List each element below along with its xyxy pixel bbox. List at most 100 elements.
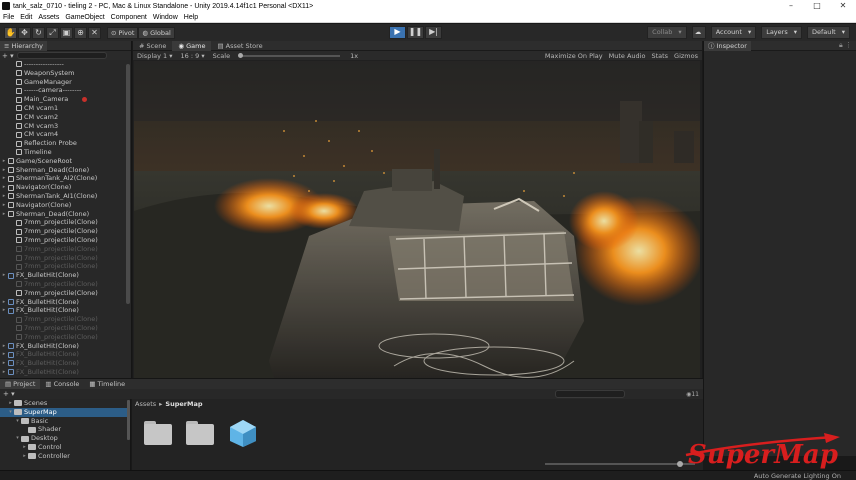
expand-arrow-icon[interactable]: ▸ bbox=[0, 368, 8, 377]
asset-folder-1[interactable] bbox=[144, 421, 172, 445]
expand-arrow-icon[interactable]: ▾ bbox=[14, 417, 21, 426]
expand-arrow-icon[interactable]: ▸ bbox=[0, 210, 8, 219]
hierarchy-item[interactable]: ▸ ShermanTank_AI2(Clone) bbox=[0, 174, 125, 183]
expand-arrow-icon[interactable]: ▸ bbox=[0, 342, 8, 351]
layout-dropdown[interactable]: Default ▾ bbox=[806, 26, 850, 39]
transform-tool-icon[interactable]: ⊕ bbox=[74, 26, 87, 39]
menu-component[interactable]: Component bbox=[108, 14, 150, 21]
add-icon[interactable]: + ▾ bbox=[2, 52, 14, 60]
maximize-button[interactable]: □ bbox=[804, 0, 830, 12]
menu-window[interactable]: Window bbox=[150, 14, 181, 21]
hierarchy-item[interactable]: Main_Camera bbox=[0, 95, 125, 104]
hierarchy-item[interactable]: 7mm_projectile(Clone) bbox=[0, 333, 125, 342]
expand-arrow-icon[interactable]: ▸ bbox=[0, 359, 8, 368]
expand-arrow-icon[interactable]: ▸ bbox=[0, 201, 8, 210]
account-dropdown[interactable]: Account ▾ bbox=[710, 26, 757, 39]
rect-tool-icon[interactable]: ▣ bbox=[60, 26, 73, 39]
tab-inspector[interactable]: ⓘ Inspector bbox=[704, 40, 751, 51]
expand-arrow-icon[interactable]: ▸ bbox=[0, 306, 8, 315]
project-tree-item[interactable]: ▾ SuperMap bbox=[0, 407, 130, 417]
hierarchy-item[interactable]: 7mm_projectile(Clone) bbox=[0, 254, 125, 263]
project-tree-item[interactable]: ▾ Basic bbox=[0, 417, 130, 426]
expand-arrow-icon[interactable]: ▸ bbox=[0, 350, 8, 359]
hierarchy-item[interactable]: ▸ FX_BulletHit(Clone) bbox=[0, 350, 125, 359]
hierarchy-item[interactable]: GameManager bbox=[0, 78, 125, 87]
scale-tool-icon[interactable]: ⤢ bbox=[46, 26, 59, 39]
step-button[interactable]: ▶| bbox=[425, 26, 442, 39]
tab-console[interactable]: ▥ Console bbox=[40, 379, 84, 390]
collab-dropdown[interactable]: Collab ▾ bbox=[647, 26, 687, 39]
expand-arrow-icon[interactable]: ▸ bbox=[0, 157, 8, 166]
project-tree-scrollbar[interactable] bbox=[127, 400, 130, 440]
hierarchy-item[interactable]: ▸ Sherman_Dead(Clone) bbox=[0, 166, 125, 175]
hierarchy-item[interactable]: 7mm_projectile(Clone) bbox=[0, 245, 125, 254]
cloud-button[interactable]: ☁ bbox=[691, 26, 706, 39]
expand-arrow-icon[interactable]: ▸ bbox=[21, 452, 28, 461]
hierarchy-item[interactable]: 7mm_projectile(Clone) bbox=[0, 227, 125, 236]
hierarchy-item[interactable]: 7mm_projectile(Clone) bbox=[0, 262, 125, 271]
hierarchy-item[interactable]: ▸ FX_BulletHit(Clone) bbox=[0, 342, 125, 351]
close-button[interactable]: ✕ bbox=[830, 0, 856, 12]
hierarchy-item[interactable]: ▸ Sherman_Dead(Clone) bbox=[0, 210, 125, 219]
hierarchy-item[interactable]: 7mm_projectile(Clone) bbox=[0, 315, 125, 324]
expand-arrow-icon[interactable]: ▸ bbox=[0, 192, 8, 201]
minimize-button[interactable]: – bbox=[778, 0, 804, 12]
hierarchy-item[interactable]: CM vcam3 bbox=[0, 122, 125, 131]
add-icon[interactable]: + ▾ bbox=[0, 390, 15, 398]
tab-asset-store[interactable]: ▤ Asset Store bbox=[211, 41, 268, 51]
scale-slider-thumb[interactable] bbox=[238, 52, 244, 58]
breadcrumb-assets[interactable]: Assets bbox=[135, 399, 156, 410]
menu-file[interactable]: File bbox=[0, 14, 17, 21]
menu-edit[interactable]: Edit bbox=[17, 14, 35, 21]
hierarchy-item[interactable]: ▸ FX_BulletHit(Clone) bbox=[0, 298, 125, 307]
scale-slider[interactable] bbox=[238, 52, 341, 58]
expand-arrow-icon[interactable]: ▾ bbox=[14, 434, 21, 443]
hierarchy-item[interactable]: WeaponSystem bbox=[0, 69, 125, 78]
project-tree-item[interactable]: ▸ Scenes bbox=[0, 399, 130, 408]
project-tree-item[interactable]: ▾ Desktop bbox=[0, 434, 130, 443]
hierarchy-item[interactable]: 7mm_projectile(Clone) bbox=[0, 289, 125, 298]
tab-hierarchy[interactable]: ≡ Hierarchy bbox=[0, 40, 47, 51]
hierarchy-item[interactable]: CM vcam1 bbox=[0, 104, 125, 113]
maximize-on-play-toggle[interactable]: Maximize On Play bbox=[545, 52, 603, 60]
hierarchy-item[interactable]: 7mm_projectile(Clone) bbox=[0, 280, 125, 289]
hierarchy-item[interactable]: ▸ FX_BulletHit(Clone) bbox=[0, 306, 125, 315]
lock-icon[interactable]: 🔒︎ ⋮ bbox=[839, 41, 856, 50]
prefab-cube-icon[interactable] bbox=[228, 418, 258, 448]
hierarchy-search-input[interactable] bbox=[16, 52, 107, 59]
stats-toggle[interactable]: Stats bbox=[651, 52, 668, 60]
hierarchy-item[interactable]: ▸ ShermanTank_AI1(Clone) bbox=[0, 192, 125, 201]
hierarchy-item[interactable]: ------camera-------- bbox=[0, 86, 125, 95]
pivot-toggle[interactable]: ⊙ Pivot bbox=[107, 26, 139, 39]
expand-arrow-icon[interactable]: ▾ bbox=[7, 408, 14, 417]
project-tree-item[interactable]: ▸ Controller bbox=[0, 452, 130, 461]
hierarchy-item[interactable]: CM vcam2 bbox=[0, 113, 125, 122]
hierarchy-item[interactable]: 7mm_projectile(Clone) bbox=[0, 236, 125, 245]
asset-zoom-slider[interactable] bbox=[545, 461, 695, 467]
expand-arrow-icon[interactable]: ▸ bbox=[21, 443, 28, 452]
project-search-input[interactable] bbox=[555, 390, 625, 398]
tab-scene[interactable]: # Scene bbox=[133, 41, 172, 51]
project-tree-item[interactable]: ▸ Control bbox=[0, 443, 130, 452]
hierarchy-item[interactable]: ▸ FX_BulletHit(Clone) bbox=[0, 271, 125, 280]
asset-folder-2[interactable] bbox=[186, 421, 214, 445]
hierarchy-item[interactable]: ----------------- bbox=[0, 60, 125, 69]
hierarchy-item[interactable]: 7mm_projectile(Clone) bbox=[0, 218, 125, 227]
global-toggle[interactable]: ◍ Global bbox=[138, 26, 175, 39]
expand-arrow-icon[interactable]: ▸ bbox=[7, 399, 14, 408]
project-tree-item[interactable]: Shader bbox=[0, 425, 130, 434]
expand-arrow-icon[interactable]: ▸ bbox=[0, 183, 8, 192]
menu-help[interactable]: Help bbox=[181, 14, 201, 21]
hierarchy-item[interactable]: CM vcam4 bbox=[0, 130, 125, 139]
hand-tool-icon[interactable]: ✋ bbox=[4, 26, 17, 39]
tab-game[interactable]: ◉ Game bbox=[172, 40, 212, 51]
hierarchy-item[interactable]: ▸ Game/SceneRoot bbox=[0, 157, 125, 166]
tab-project[interactable]: ▤ Project bbox=[0, 378, 41, 390]
rotate-tool-icon[interactable]: ↻ bbox=[32, 26, 45, 39]
expand-arrow-icon[interactable]: ▸ bbox=[0, 271, 8, 280]
display-dropdown[interactable]: Display 1 ▾ bbox=[133, 52, 177, 60]
mute-audio-toggle[interactable]: Mute Audio bbox=[609, 52, 646, 60]
aspect-dropdown[interactable]: 16 : 9 ▾ bbox=[177, 52, 209, 60]
breadcrumb-supermap[interactable]: SuperMap bbox=[165, 399, 202, 410]
asset-zoom-thumb[interactable] bbox=[677, 461, 683, 467]
